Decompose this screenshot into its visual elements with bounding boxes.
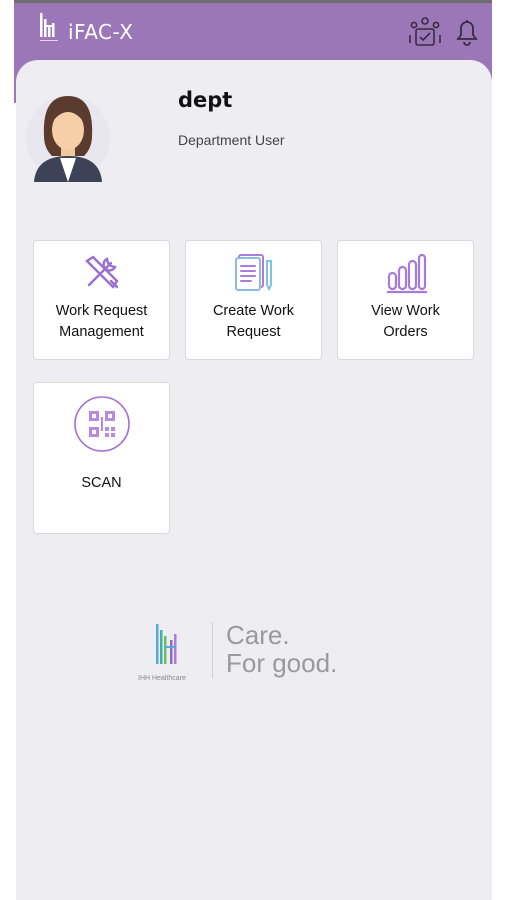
qr-code-icon (73, 396, 130, 452)
tools-icon (84, 255, 119, 289)
tile-label-line2: Management (59, 324, 144, 340)
tile-label-line1: SCAN (81, 475, 122, 491)
tile-label-line2: Orders (383, 324, 428, 340)
main-content: dept Department User Work Request Manage… (16, 60, 492, 900)
scan-tile[interactable]: SCAN (33, 382, 170, 534)
tile-label-line1: View Work (371, 303, 440, 319)
user-name: dept (178, 88, 233, 112)
work-request-management-tile[interactable]: Work Request Management (33, 240, 170, 360)
document-icon (234, 254, 272, 292)
app-screen: iFAC-X dept Department User Work Request… (14, 0, 492, 900)
company-name: IHH Healthcare (138, 675, 186, 682)
tagline-line1: Care. (226, 620, 290, 650)
view-work-orders-tile[interactable]: View Work Orders (337, 240, 474, 360)
ihh-healthcare-logo: IHH Healthcare Care. For good. (138, 620, 337, 682)
app-logo-icon (40, 13, 58, 41)
app-title: iFAC-X (68, 20, 134, 44)
user-avatar (26, 96, 110, 182)
bar-chart-icon (386, 253, 427, 294)
bell-icon[interactable] (450, 15, 484, 49)
tagline-line2: For good. (226, 648, 337, 678)
tile-label-line1: Work Request (55, 303, 148, 319)
user-role: Department User (178, 132, 285, 148)
team-icon[interactable] (408, 15, 442, 49)
tile-label-line2: Request (226, 324, 281, 340)
tile-label-line1: Create Work (212, 303, 295, 319)
ihh-mark (156, 624, 177, 664)
create-work-request-tile[interactable]: Create Work Request (185, 240, 322, 360)
